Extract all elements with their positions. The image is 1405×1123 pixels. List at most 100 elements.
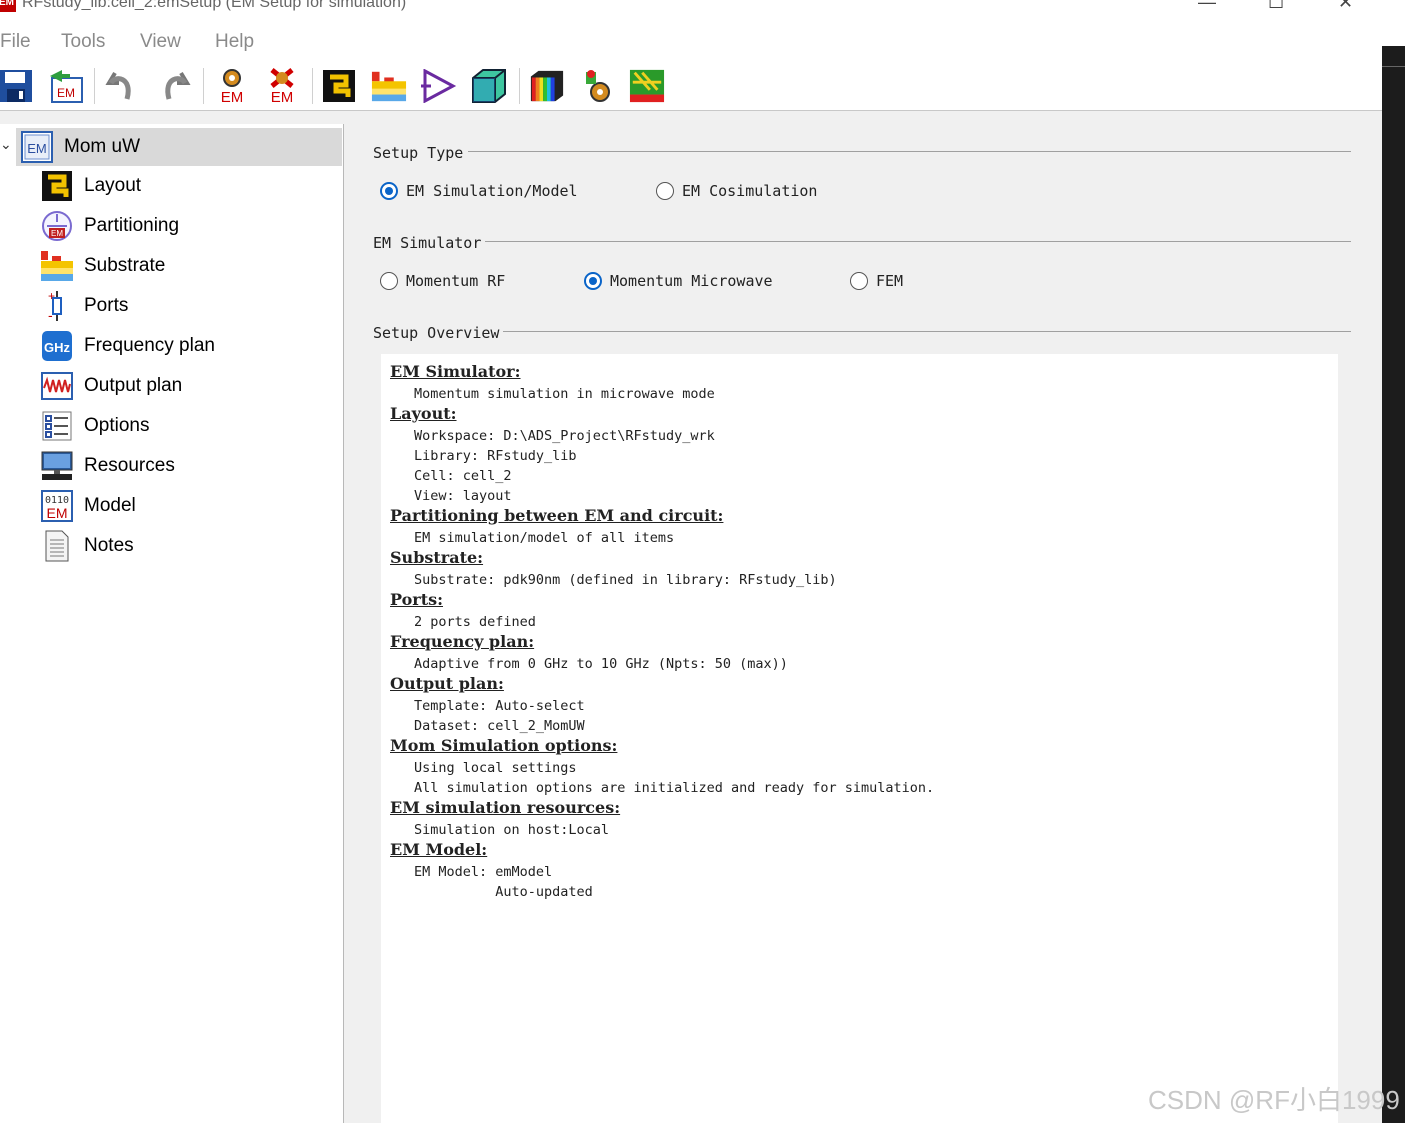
layout-icon[interactable] [321,68,357,104]
divider [503,331,1351,332]
overview-heading: EM Model: [390,840,488,859]
frequency-icon: GHz [40,329,74,363]
em-simulator-label: EM Simulator [373,234,482,252]
radio-em-simulation-model[interactable]: EM Simulation/Model [380,182,578,200]
ports-icon: + - [40,289,74,323]
overview-line: 2 ports defined [414,614,536,630]
radio-fem[interactable]: FEM [850,272,903,290]
setup-tree: ⌄ EM Mom uW Layout EM Partitioning Subst… [0,124,344,1123]
maximize-icon[interactable]: ☐ [1268,0,1284,13]
tree-root-label: Mom uW [64,136,140,157]
tree-item-label: Substrate [84,255,166,276]
tree-item-frequency-plan[interactable]: GHz Frequency plan [40,328,215,364]
menu-view[interactable]: View [140,31,181,53]
minimize-icon[interactable]: — [1198,0,1216,13]
svg-text:EM: EM [57,86,75,100]
svg-text:+: + [48,290,55,303]
overview-line: Cell: cell_2 [414,468,512,484]
radio-button[interactable] [656,182,674,200]
partitioning-icon: EM [40,209,74,243]
overview-line: Workspace: D:\ADS_Project\RFstudy_wrk [414,428,715,444]
radio-em-cosimulation[interactable]: EM Cosimulation [656,182,817,200]
mesh-icon[interactable] [629,68,665,104]
overview-line: Dataset: cell_2_MomUW [414,718,585,734]
svg-text:-: - [48,307,53,322]
svg-text:EM: EM [27,141,47,156]
menu-help[interactable]: Help [215,31,254,53]
chevron-down-icon[interactable]: ⌄ [0,136,12,153]
tree-item-substrate[interactable]: Substrate [40,248,165,284]
tree-item-output-plan[interactable]: Output plan [40,368,182,404]
tree-item-partitioning[interactable]: EM Partitioning [40,208,179,244]
options-icon [40,409,74,443]
title-bar: EM RFstudy_lib:cell_2:emSetup (EM Setup … [0,0,1382,22]
menu-file[interactable]: File [0,31,31,53]
ports-icon[interactable] [421,68,457,104]
toolbar: EM EM EM [0,62,1382,111]
divider [485,241,1351,242]
radio-button-selected[interactable] [380,182,398,200]
tree-item-ports[interactable]: + - Ports [40,288,128,324]
notes-icon [40,529,74,563]
overview-line: Substrate: pdk90nm (defined in library: … [414,572,837,588]
em-export-icon[interactable]: EM [48,68,84,104]
save-icon[interactable] [0,68,34,104]
overview-line: Adaptive from 0 GHz to 10 GHz (Npts: 50 … [414,656,788,672]
setup-type-label: Setup Type [373,144,464,162]
overview-heading: Frequency plan: [390,632,535,651]
radio-button[interactable] [850,272,868,290]
overview-heading: EM Simulator: [390,362,521,381]
overview-heading: Substrate: [390,548,484,567]
tree-item-label: Options [84,415,150,436]
radio-button[interactable] [380,272,398,290]
tree-item-layout[interactable]: Layout [40,168,141,204]
redo-icon[interactable] [156,68,192,104]
setup-overview-text: EM Simulator: Momentum simulation in mic… [381,354,1338,1123]
overview-line: All simulation options are initialized a… [414,780,935,796]
tree-item-label: Ports [84,295,129,316]
undo-icon[interactable] [104,68,140,104]
output-plan-icon [40,369,74,403]
menu-bar: File Tools View Help [0,22,1382,62]
overview-line: EM Model: emModel [414,864,553,880]
overview-line: View: layout [414,488,512,504]
close-icon[interactable]: ✕ [1338,0,1353,13]
tree-root-mom-uw[interactable]: EM Mom uW [16,128,342,166]
tree-item-label: Model [84,495,136,516]
overview-heading: EM simulation resources: [390,798,621,817]
layout-icon [40,169,74,203]
radio-momentum-microwave[interactable]: Momentum Microwave [584,272,773,290]
overview-line: Using local settings [414,760,577,776]
overview-heading: Partitioning between EM and circuit: [390,506,724,525]
tree-item-notes[interactable]: Notes [40,528,134,564]
tree-item-label: Notes [84,535,134,556]
resources-icon [40,449,74,483]
tree-item-model[interactable]: 0110 EM Model [40,488,136,524]
radio-momentum-rf[interactable]: Momentum RF [380,272,505,290]
svg-text:EM: EM [47,505,68,521]
tree-item-label: Partitioning [84,215,180,236]
tree-item-options[interactable]: Options [40,408,149,444]
substrate-icon[interactable] [371,68,407,104]
substrate-icon [40,249,74,283]
overview-heading: Ports: [390,590,444,609]
overview-line: Library: RFstudy_lib [414,448,577,464]
menu-tools[interactable]: Tools [61,31,105,53]
em-simulate-icon[interactable]: EM [214,68,250,104]
svg-text:EM: EM [51,229,63,238]
window-title: RFstudy_lib:cell_2:emSetup (EM Setup for… [22,0,407,11]
em-stop-icon[interactable]: EM [264,68,300,104]
background-window-strip [1382,0,1405,1123]
radio-button-selected[interactable] [584,272,602,290]
overview-heading: Layout: [390,404,457,423]
tree-item-resources[interactable]: Resources [40,448,175,484]
results-icon[interactable] [529,68,565,104]
3d-view-icon[interactable] [471,68,507,104]
divider [468,151,1351,152]
app-icon: EM [0,0,16,12]
model-icon: 0110 EM [40,489,74,523]
component-icon[interactable] [580,68,616,104]
overview-line: Auto-updated [414,884,593,900]
setup-overview-label: Setup Overview [373,324,500,342]
overview-line: Simulation on host:Local [414,822,610,838]
